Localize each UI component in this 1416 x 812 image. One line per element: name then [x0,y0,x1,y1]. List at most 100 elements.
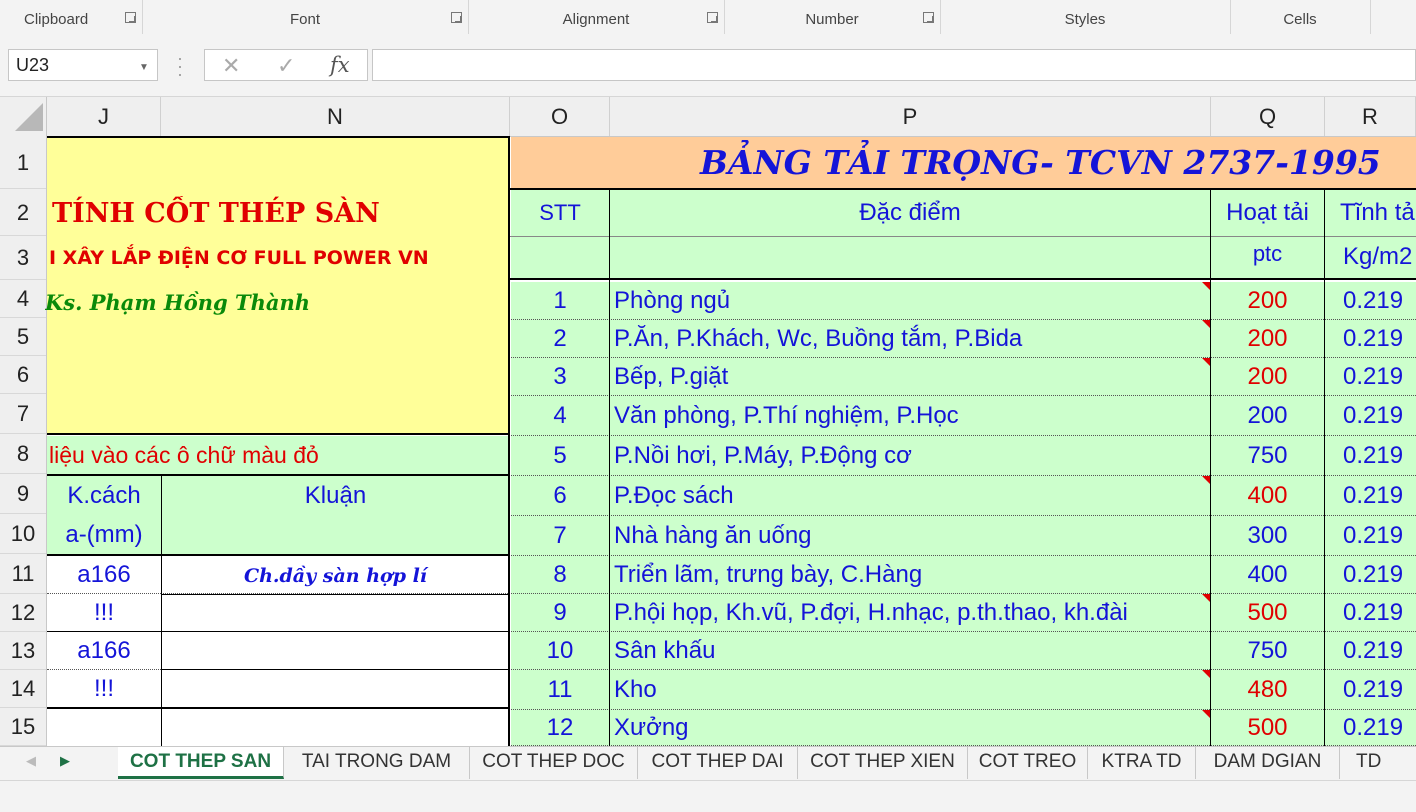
row-header[interactable]: 10 [0,514,46,554]
cell-dead-load[interactable]: 0.219 [1343,556,1416,594]
sheet-title[interactable]: TÍNH CỐT THÉP SÀN [52,196,510,232]
cell-stt[interactable]: 9 [511,594,609,632]
spacing-value[interactable]: a166 [47,556,161,594]
select-all-icon[interactable] [15,103,43,131]
insert-function-icon[interactable]: fx [330,53,350,77]
scroll-left-icon[interactable]: ◀ [26,753,36,769]
cell-feature[interactable]: Xưởng [610,710,1210,746]
cell-live-load[interactable]: 500 [1211,710,1324,746]
header-conclusion[interactable]: Kluận [161,476,510,554]
cell-stt[interactable]: 4 [511,396,609,436]
cell-live-load[interactable]: 480 [1211,670,1324,710]
column-header-o[interactable]: O [510,97,610,136]
cell-feature[interactable]: P.Nồi hơi, P.Máy, P.Động cơ [610,436,1210,476]
name-box[interactable]: U23 [8,49,158,81]
title-block[interactable] [47,136,510,434]
cell-feature[interactable]: Nhà hàng ăn uống [610,516,1210,556]
header-feature[interactable]: Đặc điểm [610,190,1210,236]
cell-stt[interactable]: 2 [511,320,609,358]
company-name[interactable]: I XÂY LẮP ĐIỆN CƠ FULL POWER VN [49,244,510,272]
tab-td-cot[interactable]: TD COT [1340,747,1416,802]
comment-indicator-icon[interactable] [1202,710,1210,718]
cell-live-load[interactable]: 200 [1211,358,1324,396]
cell-live-load[interactable]: 500 [1211,594,1324,632]
cell-live-load[interactable]: 400 [1211,556,1324,594]
cell-dead-load[interactable]: 0.219 [1343,594,1416,632]
cell-live-load[interactable]: 750 [1211,632,1324,670]
tab-cot-thep-doc[interactable]: COT THEP DOC [470,747,638,779]
dialog-launcher-icon[interactable] [451,12,462,23]
row-header[interactable]: 14 [0,670,46,708]
header-spacing[interactable]: K.cách [47,476,161,516]
spacing-value[interactable]: a166 [47,632,161,670]
cell-feature[interactable]: P.Ăn, P.Khách, Wc, Buồng tắm, P.Bida [610,320,1210,358]
cancel-icon[interactable]: ✕ [222,53,240,79]
comment-indicator-icon[interactable] [1202,594,1210,602]
cell-feature[interactable]: Văn phòng, P.Thí nghiệm, P.Học [610,396,1210,436]
cell-feature[interactable]: Bếp, P.giặt [610,358,1210,396]
column-header-j[interactable]: J [47,97,161,136]
cell-dead-load[interactable]: 0.219 [1343,436,1416,476]
cell-feature[interactable]: Triển lãm, trưng bày, C.Hàng [610,556,1210,594]
row-header[interactable]: 11 [0,554,46,594]
column-header-r[interactable]: R [1325,97,1416,136]
tab-tai-trong-dam[interactable]: TAI TRONG DAM [284,747,470,779]
comment-indicator-icon[interactable] [1202,670,1210,678]
dialog-launcher-icon[interactable] [923,12,934,23]
spacing-value[interactable]: !!! [47,670,161,708]
row-header[interactable]: 1 [0,136,46,189]
cell-stt[interactable]: 5 [511,436,609,476]
dialog-launcher-icon[interactable] [125,12,136,23]
cell-dead-load[interactable]: 0.219 [1343,396,1416,436]
header-live-unit[interactable]: ptc [1211,236,1324,278]
scroll-right-icon[interactable]: ▶ [60,753,70,769]
tab-cot-thep-san[interactable]: COT THEP SAN [118,747,284,779]
cell-live-load[interactable]: 200 [1211,282,1324,320]
tab-cot-thep-dai[interactable]: COT THEP DAI [638,747,798,779]
column-header-p[interactable]: P [610,97,1211,136]
cell-live-load[interactable]: 200 [1211,396,1324,436]
row-header[interactable]: 12 [0,594,46,632]
row-header[interactable]: 2 [0,189,46,236]
row-header[interactable]: 15 [0,708,46,746]
row-header[interactable]: 3 [0,236,46,280]
cell-stt[interactable]: 12 [511,710,609,746]
cell-stt[interactable]: 11 [511,670,609,710]
tab-cot-treo[interactable]: COT TREO [968,747,1088,779]
spacing-value[interactable]: !!! [47,594,161,632]
column-header-q[interactable]: Q [1211,97,1325,136]
more-vertical-icon[interactable]: · · · [176,49,184,83]
column-header-n[interactable]: N [161,97,510,136]
conclusion-value[interactable]: Ch.dầy sàn hợp lí [161,556,510,594]
cell-live-load[interactable]: 750 [1211,436,1324,476]
header-spacing-unit[interactable]: a-(mm) [47,516,161,554]
cell-dead-load[interactable]: 0.219 [1343,476,1416,516]
cell-dead-load[interactable]: 0.219 [1343,320,1416,358]
cell-stt[interactable]: 3 [511,358,609,396]
cell-stt[interactable]: 8 [511,556,609,594]
comment-indicator-icon[interactable] [1202,282,1210,290]
cell-dead-load[interactable]: 0.219 [1343,670,1416,710]
tab-ktra-td[interactable]: KTRA TD [1088,747,1196,779]
cell-stt[interactable]: 1 [511,282,609,320]
comment-indicator-icon[interactable] [1202,476,1210,484]
cell-live-load[interactable]: 400 [1211,476,1324,516]
cell-live-load[interactable]: 300 [1211,516,1324,556]
formula-input[interactable] [372,49,1416,81]
row-header[interactable]: 13 [0,632,46,670]
comment-indicator-icon[interactable] [1202,320,1210,328]
header-stt[interactable]: STT [511,190,609,236]
tab-cot-thep-xien[interactable]: COT THEP XIEN [798,747,968,779]
dialog-launcher-icon[interactable] [707,12,718,23]
tab-dam-dgian[interactable]: DAM DGIAN [1196,747,1340,779]
cell-feature[interactable]: P.hội họp, Kh.vũ, P.đợi, H.nhạc, p.th.th… [610,594,1210,632]
cell-dead-load[interactable]: 0.219 [1343,282,1416,320]
cell-feature[interactable]: Phòng ngủ [610,282,1210,320]
row-header[interactable]: 4 [0,280,46,318]
cell-dead-load[interactable]: 0.219 [1343,710,1416,746]
cell-stt[interactable]: 10 [511,632,609,670]
cell-dead-load[interactable]: 0.219 [1343,358,1416,396]
row-header[interactable]: 9 [0,474,46,514]
comment-indicator-icon[interactable] [1202,358,1210,366]
header-dead-load[interactable]: Tĩnh tả [1340,190,1416,236]
